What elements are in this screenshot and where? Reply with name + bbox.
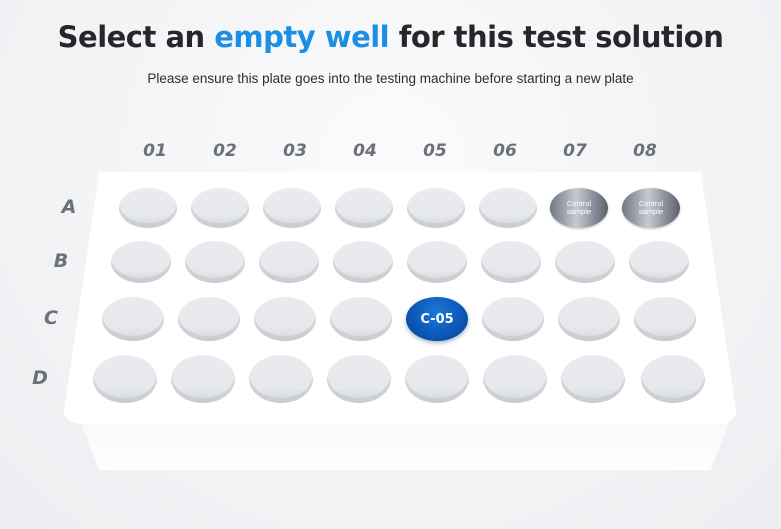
well-a-06[interactable] (479, 188, 537, 228)
column-label: 02 (213, 141, 237, 161)
well-a-04[interactable] (335, 188, 393, 228)
row-label: A (61, 196, 77, 218)
well-c-08[interactable] (634, 297, 696, 341)
column-label: 05 (423, 141, 447, 161)
page-title: Select an empty well for this test solut… (0, 20, 781, 54)
well-b-03[interactable] (259, 241, 319, 283)
well-d-01[interactable] (93, 355, 157, 403)
title-accent: empty well (214, 20, 390, 54)
row-label: D (32, 367, 48, 389)
well-d-03[interactable] (249, 355, 313, 403)
well-d-02[interactable] (171, 355, 235, 403)
well-b-07[interactable] (555, 241, 615, 283)
well-a-07: Control sample (550, 188, 608, 228)
title-suffix: for this test solution (389, 20, 724, 54)
well-c-05[interactable]: C-05 (406, 297, 468, 341)
well-c-02[interactable] (178, 297, 240, 341)
well-b-08[interactable] (629, 241, 689, 283)
well-b-05[interactable] (407, 241, 467, 283)
well-c-03[interactable] (254, 297, 316, 341)
well-c-07[interactable] (558, 297, 620, 341)
well-d-07[interactable] (561, 355, 625, 403)
column-label: 07 (563, 141, 587, 161)
well-c-01[interactable] (102, 297, 164, 341)
column-label: 03 (283, 141, 307, 161)
well-b-06[interactable] (481, 241, 541, 283)
column-label: 06 (493, 141, 517, 161)
well-a-08: Control sample (622, 188, 680, 228)
well-a-05[interactable] (407, 188, 465, 228)
column-label: 08 (633, 141, 657, 161)
well-d-06[interactable] (483, 355, 547, 403)
control-sample-label: Control sample (638, 199, 664, 216)
well-c-06[interactable] (482, 297, 544, 341)
well-b-02[interactable] (185, 241, 245, 283)
row-label: B (53, 250, 69, 272)
control-sample-label: Control sample (566, 199, 592, 216)
selected-well-label: C-05 (420, 311, 454, 327)
well-a-03[interactable] (263, 188, 321, 228)
well-d-08[interactable] (641, 355, 705, 403)
plate-base (80, 420, 730, 470)
page-subtitle: Please ensure this plate goes into the t… (147, 71, 634, 86)
well-b-01[interactable] (111, 241, 171, 283)
well-d-05[interactable] (405, 355, 469, 403)
column-label: 04 (353, 141, 377, 161)
well-d-04[interactable] (327, 355, 391, 403)
column-label: 01 (143, 141, 167, 161)
well-a-01[interactable] (119, 188, 177, 228)
well-a-02[interactable] (191, 188, 249, 228)
well-c-04[interactable] (330, 297, 392, 341)
well-b-04[interactable] (333, 241, 393, 283)
title-prefix: Select an (57, 20, 215, 54)
row-label: C (44, 307, 58, 329)
